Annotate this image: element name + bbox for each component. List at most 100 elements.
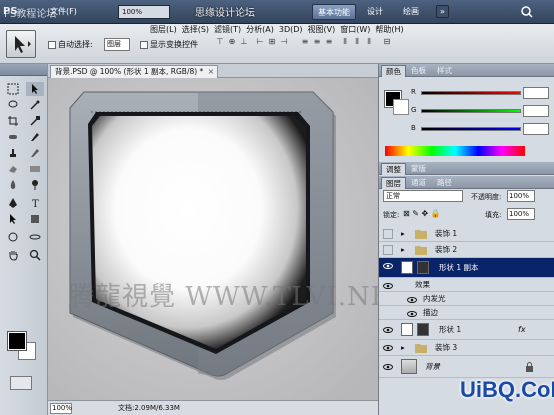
lasso-tool[interactable] [4,98,22,112]
expand-arrow-icon[interactable]: ▸ [401,226,405,242]
menu-item-3[interactable]: 分析(A) [246,25,274,34]
eye-icon [407,311,417,317]
zoom-tool[interactable] [26,248,44,262]
align-bottom-icon[interactable]: ⊥ [239,37,249,50]
canvas-watermark: 腾龍視覺 WWW.TLVI.NET [68,282,378,312]
foreground-color-swatch[interactable] [7,331,27,351]
menu-item-5[interactable]: 视图(V) [308,25,336,34]
marquee-tool[interactable] [4,82,22,96]
document-tab[interactable]: 背景.PSD @ 100% (形状 1 副本, RGB/8) * × [50,65,219,78]
tab-styles[interactable]: 样式 [433,65,456,77]
distribute-right-icon[interactable]: ⫴ [364,37,374,50]
align-left-icon[interactable]: ⊢ [255,37,265,50]
layer-row-deco1[interactable]: ▸ 装饰 1 [379,226,554,242]
gradient-tool[interactable] [26,162,44,176]
align-hcenter-icon[interactable]: ⊞ [267,37,277,50]
visibility-toggle[interactable] [383,245,393,255]
auto-select-dropdown[interactable]: 图层 [104,38,130,51]
blur-tool[interactable] [4,178,22,192]
layer-row-shape1[interactable]: 形状 1 fx [379,320,554,340]
layer-name: 装饰 3 [435,343,458,352]
color-bg-swatch[interactable] [393,99,409,115]
color-spectrum[interactable] [385,146,525,156]
move-icon [15,36,31,53]
path-selection-tool[interactable] [4,212,22,226]
align-right-icon[interactable]: ⊣ [279,37,289,50]
workspace-design[interactable]: 设计 [362,4,388,20]
3d-rotate-tool[interactable] [4,230,22,244]
layer-effects-row[interactable]: 效果 [379,278,554,292]
distribute-bottom-icon[interactable]: ≡ [324,37,334,50]
brush-tool[interactable] [26,130,44,144]
tab-color[interactable]: 颜色 [381,65,406,77]
red-value[interactable] [523,87,549,99]
zoom-select[interactable]: 100% [118,5,170,19]
close-icon[interactable]: × [208,66,215,78]
blue-slider[interactable] [421,127,521,131]
search-icon[interactable] [520,5,534,18]
distribute-hcenter-icon[interactable]: ⫴ [352,37,362,50]
eraser-tool[interactable] [4,162,22,176]
type-tool[interactable]: T [26,196,44,210]
menu-file[interactable]: 文件(F) [48,0,79,24]
document-canvas[interactable]: 腾龍視覺 WWW.TLVI.NET [48,78,378,400]
quick-mask-button[interactable] [10,376,32,390]
dodge-tool[interactable] [26,178,44,192]
crop-tool[interactable] [4,114,22,128]
blue-value[interactable] [523,123,549,135]
fx-badge[interactable]: fx [518,320,526,340]
pen-tool[interactable] [4,196,22,210]
effect-inner-glow-row[interactable]: 内发光 [379,292,554,306]
show-transform-checkbox[interactable] [140,41,148,49]
green-value[interactable] [523,105,549,117]
menu-item-1[interactable]: 选择(S) [182,25,209,34]
red-slider[interactable] [421,91,521,95]
align-vcenter-icon[interactable]: ⊕ [227,37,237,50]
tab-swatches[interactable]: 色板 [407,65,430,77]
auto-align-icon[interactable]: ⊟ [382,37,392,50]
menu-item-4[interactable]: 3D(D) [279,25,303,34]
menu-item-6[interactable]: 窗口(W) [340,25,370,34]
auto-select-label: 自动选择: [58,40,93,49]
menu-strip: 图层(L) 选择(S) 滤镜(T) 分析(A) 3D(D) 视图(V) 窗口(W) 帮助(H) [150,24,450,36]
menu-item-0[interactable]: 图层(L) [150,25,177,34]
lock-icons[interactable]: ⊠ ✎ ✥ 🔒 [403,209,441,218]
move-tool[interactable] [26,82,44,96]
layer-row-shape1-copy[interactable]: 形状 1 副本 [379,258,554,278]
fill-field[interactable]: 100% [507,208,535,220]
expand-arrow-icon[interactable]: ▸ [401,242,405,258]
workspace-basic[interactable]: 基本功能 [312,4,356,20]
opacity-field[interactable]: 100% [507,190,535,202]
align-top-icon[interactable]: ⊤ [215,37,225,50]
more-workspaces-button[interactable]: » [436,5,449,18]
status-zoom-field[interactable]: 100% [50,403,72,414]
distribute-left-icon[interactable]: ⫴ [340,37,350,50]
effect-stroke-row[interactable]: 描边 [379,306,554,320]
expand-arrow-icon[interactable]: ▸ [401,340,405,356]
layer-row-deco2[interactable]: ▸ 装饰 2 [379,242,554,258]
tools-panel-header[interactable] [0,64,47,76]
distribute-vcenter-icon[interactable]: ≡ [312,37,322,50]
visibility-toggle[interactable] [383,229,393,239]
distribute-top-icon[interactable]: ≡ [300,37,310,50]
layer-row-deco3[interactable]: ▸ 装饰 3 [379,340,554,356]
green-slider-row: G [411,105,553,119]
menu-item-2[interactable]: 滤镜(T) [214,25,241,34]
eyedropper-tool[interactable] [26,114,44,128]
move-tool-preset[interactable] [6,30,36,58]
blend-mode-select[interactable]: 正常 [383,190,463,202]
workspace-paint[interactable]: 绘画 [398,4,424,20]
healing-brush-tool[interactable] [4,130,22,144]
layer-thumbnail [401,359,417,374]
shape-tool[interactable] [26,212,44,226]
color-panel-tabs: 颜色 色板 样式 [379,64,554,77]
magic-wand-tool[interactable] [26,98,44,112]
menu-item-7[interactable]: 帮助(H) [375,25,403,34]
history-brush-tool[interactable] [26,146,44,160]
clone-stamp-tool[interactable] [4,146,22,160]
auto-select-checkbox[interactable] [48,41,56,49]
layer-thumbnail [401,323,413,336]
green-slider[interactable] [421,109,521,113]
3d-orbit-tool[interactable] [26,230,44,244]
hand-tool[interactable] [4,248,22,262]
